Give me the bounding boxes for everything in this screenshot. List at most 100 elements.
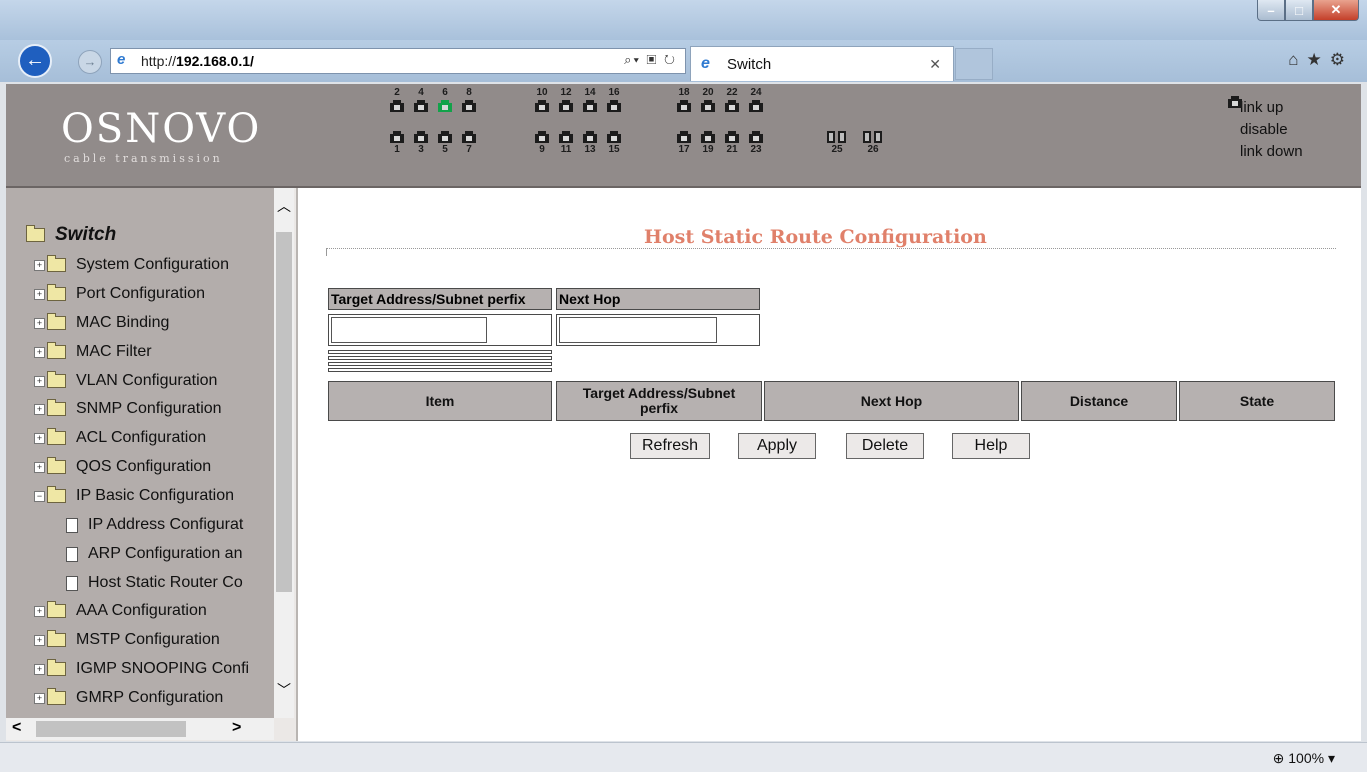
close-tab-icon[interactable]: ✕ (929, 56, 941, 73)
address-tools[interactable]: ⌕▾ ▣ ↻ (624, 52, 677, 68)
sidebar-item-label: IP Basic Configuration (76, 487, 235, 504)
sidebar-item-mac-binding[interactable]: + MAC Binding (34, 312, 169, 334)
sidebar-item-arp-configuration[interactable]: ARP Configuration an (66, 543, 242, 565)
port-link-down-icon (390, 131, 404, 143)
target-address-input[interactable] (331, 317, 487, 343)
delete-button[interactable]: Delete (846, 433, 924, 459)
fiber-port-26[interactable]: 26 (858, 130, 888, 156)
logo-subtitle: cable transmission (64, 152, 223, 165)
page-title: Host Static Route Configuration (644, 226, 987, 248)
scroll-left-icon[interactable]: < (12, 719, 21, 737)
expand-plus-icon[interactable]: + (34, 605, 45, 617)
port-23[interactable]: 23 (741, 130, 771, 156)
sidebar-item-acl-configuration[interactable]: + ACL Configuration (34, 427, 206, 449)
expand-plus-icon[interactable]: + (34, 432, 45, 444)
sidebar-item-aaa-configuration[interactable]: + AAA Configuration (34, 600, 207, 622)
config-tree: Switch + System Configuration + Port Confi… (6, 188, 274, 718)
folder-icon (47, 688, 66, 705)
port-link-down-icon (559, 131, 573, 143)
logo: OSNOVO (61, 106, 262, 152)
url-scheme: http:// (141, 53, 177, 69)
fiber-port-25[interactable]: 25 (822, 130, 852, 156)
port-link-down-icon (559, 100, 573, 112)
sidebar-item-ip-basic-configuration[interactable]: − IP Basic Configuration (34, 485, 234, 507)
expand-plus-icon[interactable]: + (34, 375, 45, 387)
expand-plus-icon[interactable]: + (34, 663, 45, 675)
sidebar-item-vlan-configuration[interactable]: + VLAN Configuration (34, 370, 217, 392)
port-link-down-icon (749, 100, 763, 112)
address-url[interactable]: http://192.168.0.1/ (141, 53, 254, 69)
port-link-down-icon (462, 100, 476, 112)
refresh-button[interactable]: Refresh (630, 433, 710, 459)
browser-tab-switch[interactable]: e Switch ✕ (690, 46, 954, 81)
help-button[interactable]: Help (952, 433, 1030, 459)
expand-plus-icon[interactable]: + (34, 461, 45, 473)
port-number: 7 (466, 144, 472, 155)
port-15[interactable]: 15 (599, 130, 629, 156)
main-content: Host Static Route Configuration Target A… (298, 188, 1361, 741)
port-number: 25 (831, 144, 843, 155)
fiber-port-icon (826, 131, 848, 143)
port-8[interactable]: 8 (454, 86, 484, 112)
scroll-down-icon[interactable]: ﹀ (274, 680, 294, 700)
expand-plus-icon[interactable]: + (34, 288, 45, 300)
scroll-up-icon[interactable]: ︿ (274, 196, 294, 216)
sidebar-item-ip-address-configuration[interactable]: IP Address Configurat (66, 514, 243, 536)
column-header-item: Item (328, 381, 552, 421)
favorites-star-icon[interactable]: ★ (1307, 50, 1330, 69)
sidebar-item-label: IP Address Configurat (88, 516, 244, 533)
sidebar-item-gmrp-configuration[interactable]: + GMRP Configuration (34, 687, 223, 709)
sidebar-item-port-configuration[interactable]: + Port Configuration (34, 283, 205, 305)
sidebar-item-snmp-configuration[interactable]: + SNMP Configuration (34, 398, 222, 420)
port-link-down-icon (725, 100, 739, 112)
settings-gear-icon[interactable]: ⚙ (1330, 50, 1353, 69)
port-16[interactable]: 16 (599, 86, 629, 112)
expand-plus-icon[interactable]: + (34, 259, 45, 271)
scrollbar-thumb[interactable] (36, 721, 186, 737)
port-number: 8 (466, 87, 472, 98)
sidebar-item-mac-filter[interactable]: + MAC Filter (34, 341, 152, 363)
port-24[interactable]: 24 (741, 86, 771, 112)
column-header-state: State (1179, 381, 1335, 421)
ie-tab-icon: e (701, 55, 710, 72)
switch-header: OSNOVO cable transmission 2 4 6 8 10 12 14 16 18… (6, 84, 1361, 188)
new-tab-button[interactable] (955, 48, 993, 80)
sidebar-item-mstp-configuration[interactable]: + MSTP Configuration (34, 629, 220, 651)
sidebar-item-qos-configuration[interactable]: + QOS Configuration (34, 456, 211, 478)
sidebar-item-label: AAA Configuration (76, 602, 207, 619)
minimize-button[interactable]: – (1257, 0, 1285, 21)
next-hop-input[interactable] (559, 317, 717, 343)
open-folder-icon (47, 486, 66, 503)
port-number: 16 (608, 87, 620, 98)
port-link-down-icon (583, 131, 597, 143)
sidebar-item-system-configuration[interactable]: + System Configuration (34, 254, 229, 276)
maximize-button[interactable]: □ (1285, 0, 1313, 21)
back-button[interactable]: ← (18, 44, 52, 78)
forward-button[interactable]: → (78, 50, 102, 74)
scroll-right-icon[interactable]: > (232, 719, 241, 737)
sidebar-horizontal-scrollbar[interactable]: < > (6, 718, 274, 740)
expand-plus-icon[interactable]: + (34, 634, 45, 646)
zoom-control[interactable]: ⊕ 100% ▾ (1273, 750, 1335, 767)
input-header-next-hop: Next Hop (556, 288, 760, 310)
collapse-minus-icon[interactable]: − (34, 490, 45, 502)
sidebar-item-host-static-router[interactable]: Host Static Router Co (66, 572, 243, 594)
sidebar-vertical-scrollbar[interactable]: ︿ ﹀ (274, 188, 294, 718)
folder-icon (47, 399, 66, 416)
expand-plus-icon[interactable]: + (34, 403, 45, 415)
home-icon[interactable]: ⌂ (1288, 50, 1306, 69)
sidebar-item-igmp-snooping[interactable]: + IGMP SNOOPING Confi (34, 658, 249, 680)
folder-icon (47, 457, 66, 474)
port-7[interactable]: 7 (454, 130, 484, 156)
document-icon (66, 575, 78, 591)
close-window-button[interactable]: ✕ (1313, 0, 1359, 21)
scrollbar-thumb[interactable] (276, 232, 292, 592)
address-bar[interactable]: e http://192.168.0.1/ ⌕▾ ▣ ↻ (110, 48, 686, 74)
expand-plus-icon[interactable]: + (34, 317, 45, 329)
expand-plus-icon[interactable]: + (34, 692, 45, 704)
apply-button[interactable]: Apply (738, 433, 816, 459)
port-link-down-icon (701, 131, 715, 143)
tree-root[interactable]: Switch (26, 224, 116, 246)
expand-plus-icon[interactable]: + (34, 346, 45, 358)
window-titlebar: – □ ✕ (0, 0, 1367, 40)
